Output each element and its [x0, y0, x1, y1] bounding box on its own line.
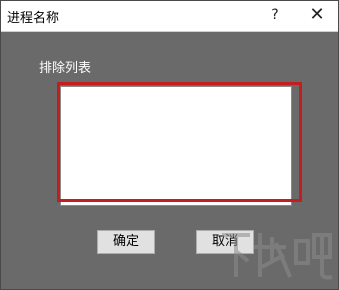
- exclude-list-label: 排除列表: [39, 61, 92, 76]
- help-button[interactable]: ?: [265, 4, 285, 26]
- cancel-button[interactable]: 取消: [196, 230, 254, 254]
- dialog-window: 进程名称 ? ✕ 排除列表 确定 取消: [0, 0, 339, 290]
- ok-button[interactable]: 确定: [97, 230, 155, 254]
- close-button[interactable]: ✕: [306, 3, 328, 27]
- highlight-box: [57, 82, 302, 202]
- title-bar: 进程名称 ? ✕: [1, 1, 338, 32]
- window-title: 进程名称: [7, 11, 60, 26]
